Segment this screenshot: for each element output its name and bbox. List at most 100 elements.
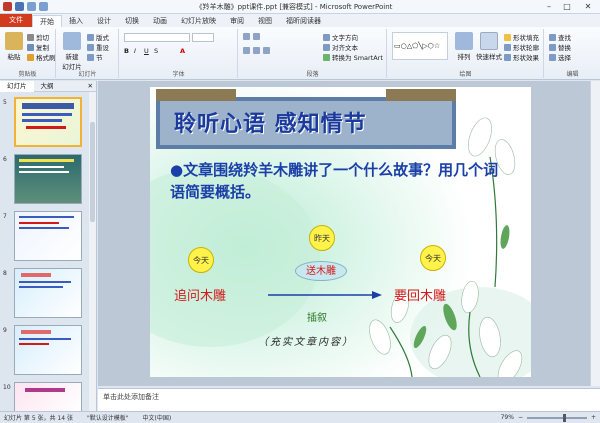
bullets-button[interactable] xyxy=(243,33,250,40)
select-button[interactable]: 选择 xyxy=(549,52,571,62)
zoom-slider-thumb[interactable] xyxy=(562,413,566,422)
editing-group-label: 编辑 xyxy=(566,71,579,78)
arrange-button[interactable]: 排列 xyxy=(452,32,476,61)
technique-label: 插叙 xyxy=(307,313,327,324)
slide-thumbnail-8[interactable] xyxy=(14,268,82,318)
tab-outline-pane[interactable]: 大纲 xyxy=(34,81,61,92)
slide[interactable]: 聆听心语 感知情节 ●文章围绕羚羊木雕讲了一个什么故事？用几个词语简要概括。 今… xyxy=(150,87,531,377)
bold-button[interactable]: B xyxy=(124,47,129,55)
font-size-combo[interactable] xyxy=(192,33,214,42)
slide-thumbnail-9[interactable] xyxy=(14,325,82,375)
fill-icon xyxy=(504,33,511,41)
layout-icon xyxy=(87,33,94,41)
format-painter-button[interactable]: 格式刷 xyxy=(27,52,56,62)
cut-button[interactable]: 剪切 xyxy=(27,32,49,42)
replace-label: 替换 xyxy=(558,44,571,52)
yesterday-circle: 昨天 xyxy=(309,225,335,251)
tab-transitions[interactable]: 切换 xyxy=(118,15,146,27)
copy-button[interactable]: 复制 xyxy=(27,42,49,52)
quick-styles-button[interactable]: 快速样式 xyxy=(476,32,502,61)
align-center-icon xyxy=(253,47,260,54)
window-controls: – □ ✕ xyxy=(540,0,600,14)
theme-status: "默认设计模板" xyxy=(87,415,129,422)
align-text-label: 对齐文本 xyxy=(332,44,358,52)
slide-thumbnail-10[interactable] xyxy=(14,382,82,412)
shape-fill-button[interactable]: 形状填充 xyxy=(504,32,539,42)
technique-note: （充实文章内容） xyxy=(258,337,354,348)
give-carving-oval: 送木雕 xyxy=(295,261,347,281)
zoom-slider[interactable] xyxy=(526,413,587,422)
smartart-label: 转换为 SmartArt xyxy=(332,54,383,62)
ribbon: 粘贴 剪切 复制 格式刷 剪贴板 新建 幻灯片 版式 重设 节 幻灯片 B I … xyxy=(0,27,600,80)
text-direction-button[interactable]: 文字方向 xyxy=(323,32,358,42)
quick-access-toolbar xyxy=(0,2,48,11)
thumb-text-line xyxy=(19,166,64,168)
shapes-icon: ▭○△⬠╲▷⬡☆ xyxy=(394,42,441,50)
save-icon[interactable] xyxy=(15,2,24,11)
layout-button[interactable]: 版式 xyxy=(87,32,109,42)
zoom-level[interactable]: 79% xyxy=(501,414,514,421)
tab-slides-pane[interactable]: 幻灯片 xyxy=(0,80,34,92)
find-icon xyxy=(549,33,556,41)
tab-design[interactable]: 设计 xyxy=(90,15,118,27)
align-center-button[interactable] xyxy=(253,47,260,54)
shape-effects-button[interactable]: 形状效果 xyxy=(504,52,539,62)
scrollbar-thumb[interactable] xyxy=(90,122,95,222)
shape-outline-button[interactable]: 形状轮廓 xyxy=(504,42,539,52)
smartart-icon xyxy=(323,53,330,61)
tab-review[interactable]: 审阅 xyxy=(223,15,251,27)
ribbon-tabs: 文件 开始 插入 设计 切换 动画 幻灯片放映 审阅 视图 福昕阅读器 xyxy=(0,14,600,27)
tab-slideshow[interactable]: 幻灯片放映 xyxy=(174,15,223,27)
tab-file[interactable]: 文件 xyxy=(0,14,32,27)
reset-button[interactable]: 重设 xyxy=(87,42,109,52)
replace-button[interactable]: 替换 xyxy=(549,42,571,52)
close-icon[interactable]: ✕ xyxy=(88,82,96,90)
cut-label: 剪切 xyxy=(36,34,49,42)
paste-label: 粘贴 xyxy=(7,53,21,61)
font-color-button[interactable]: A xyxy=(180,47,185,55)
underline-button[interactable]: U xyxy=(144,47,149,55)
zoom-out-icon[interactable]: − xyxy=(518,414,523,421)
slide-count-status: 幻灯片 第 5 张，共 14 张 xyxy=(4,415,73,422)
maximize-icon[interactable]: □ xyxy=(558,0,576,14)
pane-scrollbar[interactable] xyxy=(89,92,96,413)
font-name-combo[interactable] xyxy=(124,33,190,42)
italic-button[interactable]: I xyxy=(134,47,136,55)
copy-label: 复制 xyxy=(36,44,49,52)
shape-effects-label: 形状效果 xyxy=(513,54,539,62)
slide-thumbnail-7[interactable] xyxy=(14,211,82,261)
select-label: 选择 xyxy=(558,54,571,62)
tab-home[interactable]: 开始 xyxy=(32,15,62,27)
align-text-button[interactable]: 对齐文本 xyxy=(323,42,358,52)
undo-icon[interactable] xyxy=(27,2,36,11)
group-drawing: ▭○△⬠╲▷⬡☆ 排列 快速样式 形状填充 形状轮廓 形状效果 绘图 xyxy=(388,29,544,78)
tab-foxit[interactable]: 福昕阅读器 xyxy=(279,15,328,27)
slide-body-text: ●文章围绕羚羊木雕讲了一个什么故事？用几个词语简要概括。 xyxy=(170,161,499,201)
numbering-button[interactable] xyxy=(253,33,260,40)
notes-pane[interactable]: 单击此处添加备注 xyxy=(98,388,600,411)
align-left-icon xyxy=(243,47,250,54)
strikethrough-button[interactable]: S xyxy=(154,47,158,55)
zoom-in-icon[interactable]: + xyxy=(591,414,596,421)
slide-thumbnail-5[interactable] xyxy=(14,97,82,147)
smartart-button[interactable]: 转换为 SmartArt xyxy=(323,52,383,62)
tab-animations[interactable]: 动画 xyxy=(146,15,174,27)
bullets-icon xyxy=(243,33,250,40)
align-right-button[interactable] xyxy=(263,47,270,54)
tab-insert[interactable]: 插入 xyxy=(62,15,90,27)
new-slide-button[interactable]: 新建 幻灯片 xyxy=(59,32,85,71)
redo-icon[interactable] xyxy=(39,2,48,11)
align-left-button[interactable] xyxy=(243,47,250,54)
paste-button[interactable]: 粘贴 xyxy=(2,32,26,61)
close-icon[interactable]: ✕ xyxy=(576,0,600,14)
tab-view[interactable]: 视图 xyxy=(251,15,279,27)
group-slides: 新建 幻灯片 版式 重设 节 幻灯片 xyxy=(57,29,119,78)
shapes-gallery[interactable]: ▭○△⬠╲▷⬡☆ xyxy=(392,32,448,60)
slide-thumbnail-6[interactable] xyxy=(14,154,82,204)
slide-scrollbar[interactable] xyxy=(590,81,600,386)
language-status[interactable]: 中文(中国) xyxy=(143,413,172,422)
find-button[interactable]: 查找 xyxy=(549,32,571,42)
section-button[interactable]: 节 xyxy=(87,52,103,62)
zoom-control: 79% − + xyxy=(501,413,600,422)
minimize-icon[interactable]: – xyxy=(540,0,558,14)
